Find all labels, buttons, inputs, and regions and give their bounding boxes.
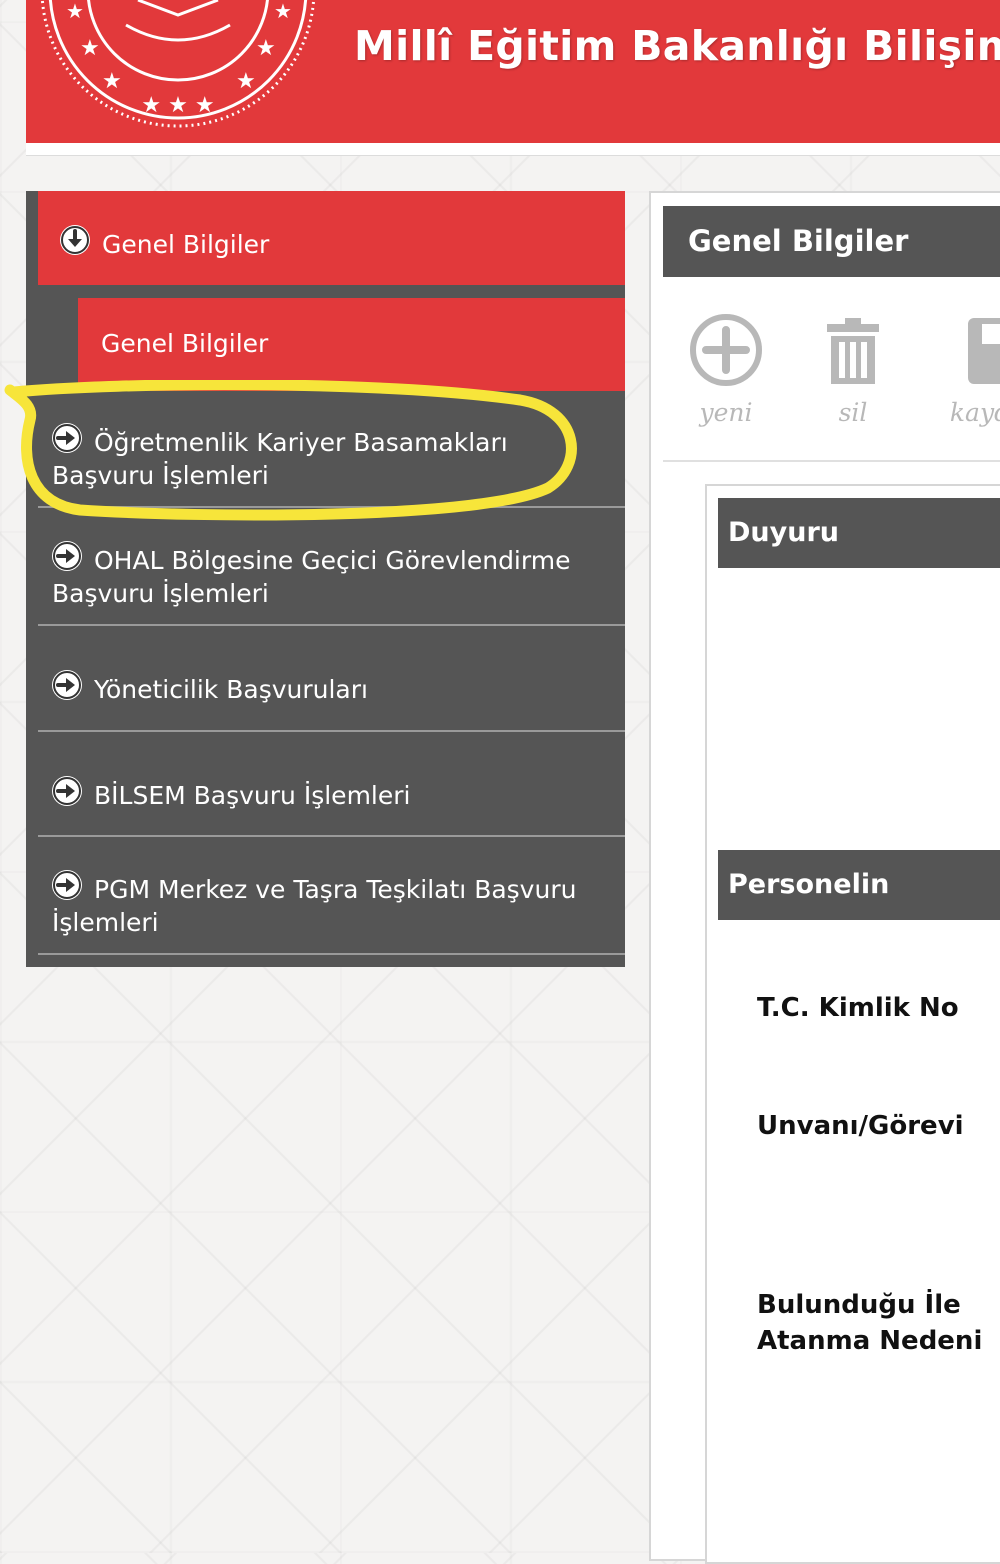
circle-arrow-right-icon [52, 870, 82, 900]
sidebar-subitem-genel-bilgiler[interactable]: Genel Bilgiler [78, 298, 625, 391]
circle-arrow-right-icon [52, 776, 82, 806]
sidebar-menu: Genel Bilgiler Genel Bilgiler Öğretmenli… [26, 191, 625, 967]
plus-circle-icon [690, 314, 762, 386]
save-button-label: kayd [949, 398, 1000, 427]
circle-arrow-right-icon [52, 423, 82, 453]
sidebar-item-label: Genel Bilgiler [102, 230, 270, 259]
page-title: Genel Bilgiler [663, 206, 1000, 277]
save-button[interactable]: kayd [925, 310, 1000, 427]
atanma-nedeni-line1: Bulunduğu İle [757, 1290, 961, 1320]
sidebar-item-ohal[interactable]: OHAL Bölgesine Geçici Görevlendirme Başv… [38, 508, 625, 626]
ministry-seal-logo: ★ ★ ★ ★ ★ ★ ★ ★ ★ [40, 0, 316, 128]
personnel-section-header: Personelin [718, 850, 1000, 920]
toolbar: yeni sil kayd [663, 300, 1000, 462]
sidebar-item-pgm[interactable]: PGM Merkez ve Taşra Teşkilatı Başvuru İş… [38, 837, 625, 955]
tc-kimlik-no-label: T.C. Kimlik No [757, 993, 959, 1023]
trash-icon [827, 318, 879, 384]
svg-text:★: ★ [102, 69, 122, 94]
svg-text:★: ★ [256, 36, 276, 61]
circle-arrow-right-icon [52, 541, 82, 571]
new-button-label: yeni [699, 398, 753, 427]
svg-text:★: ★ [66, 0, 84, 23]
delete-button[interactable]: sil [798, 310, 908, 427]
svg-text:★: ★ [274, 0, 292, 23]
sidebar-item-kariyer-basamaklari[interactable]: Öğretmenlik Kariyer Basamakları Başvuru … [38, 391, 625, 508]
sidebar-subitem-label: Genel Bilgiler [101, 329, 269, 358]
svg-text:★: ★ [80, 36, 100, 61]
floppy-disk-icon [968, 318, 1000, 384]
unvan-gorev-label: Unvanı/Görevi [757, 1111, 964, 1141]
delete-button-label: sil [838, 398, 868, 427]
svg-text:★: ★ [236, 69, 256, 94]
sidebar-item-label: Yöneticilik Başvuruları [94, 675, 368, 704]
sidebar-item-label: PGM Merkez ve Taşra Teşkilatı Başvuru İş… [52, 875, 577, 937]
menu-divider [38, 388, 78, 390]
atanma-nedeni-line2: Atanma Nedeni [757, 1326, 983, 1356]
circle-arrow-down-icon [60, 225, 90, 255]
sidebar-item-bilsem[interactable]: BİLSEM Başvuru İşlemleri [38, 732, 625, 837]
header-divider [26, 143, 1000, 156]
new-button[interactable]: yeni [671, 310, 781, 427]
announcement-section-header: Duyuru [718, 498, 1000, 568]
site-title: Millî Eğitim Bakanlığı Bilişim S [354, 22, 1000, 70]
sidebar-item-label: BİLSEM Başvuru İşlemleri [94, 781, 411, 810]
sidebar-item-yoneticilik[interactable]: Yöneticilik Başvuruları [38, 626, 625, 732]
circle-arrow-right-icon [52, 670, 82, 700]
sidebar-item-label: OHAL Bölgesine Geçici Görevlendirme Başv… [52, 546, 571, 608]
svg-text:★ ★ ★: ★ ★ ★ [141, 93, 214, 118]
atanma-nedeni-label: Bulunduğu İle Atanma Nedeni [757, 1287, 997, 1359]
sidebar-item-genel-bilgiler[interactable]: Genel Bilgiler [38, 191, 625, 285]
sidebar-item-label: Öğretmenlik Kariyer Basamakları Başvuru … [52, 428, 508, 490]
site-header: ★ ★ ★ ★ ★ ★ ★ ★ ★ Millî Eğitim Bakanlığı… [26, 0, 1000, 143]
